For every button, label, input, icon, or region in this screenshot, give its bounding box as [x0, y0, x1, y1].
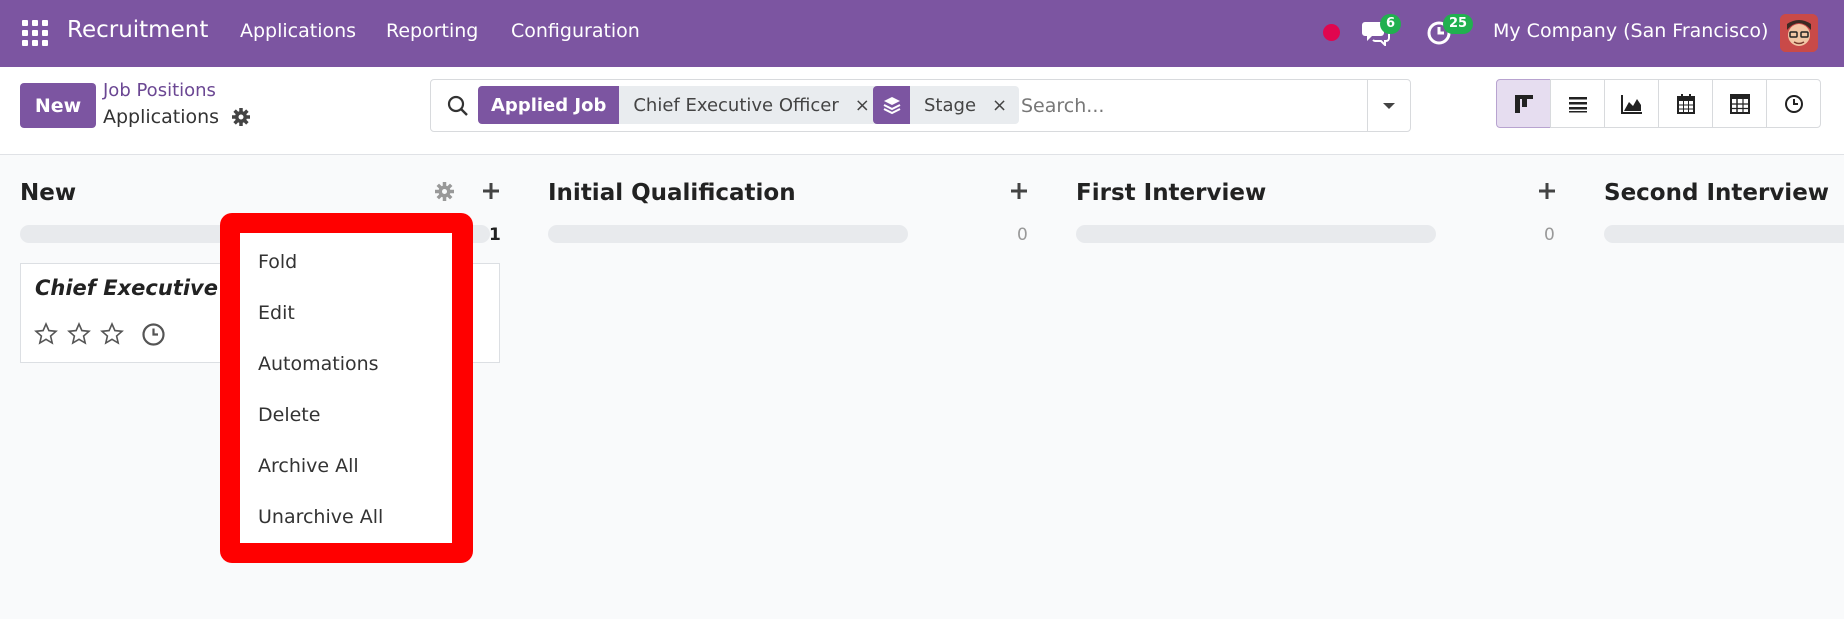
column-count: 0	[1544, 225, 1555, 245]
column-title-initial-qualification[interactable]: Initial Qualification	[548, 180, 796, 206]
kanban-icon	[1514, 94, 1533, 113]
column-add-icon[interactable]	[1008, 180, 1030, 202]
layers-icon	[873, 86, 910, 124]
star-icon[interactable]	[34, 322, 58, 346]
control-panel: New Job Positions Applications Applied J…	[0, 67, 1844, 155]
column-title-first-interview[interactable]: First Interview	[1076, 180, 1266, 206]
top-navbar: Recruitment Applications Reporting Confi…	[0, 0, 1844, 67]
list-icon	[1568, 96, 1587, 112]
column-count: 1	[489, 225, 501, 245]
dropdown-item-delete[interactable]: Delete	[258, 404, 320, 426]
new-button[interactable]: New	[20, 83, 96, 128]
column-progress-bar[interactable]	[548, 225, 908, 243]
facet-remove-icon[interactable]: ×	[990, 86, 1020, 124]
area-chart-icon	[1620, 94, 1642, 114]
dropdown-item-edit[interactable]: Edit	[258, 302, 295, 324]
activity-clock-icon[interactable]	[141, 322, 166, 347]
column-title-second-interview[interactable]: Second Interview	[1604, 180, 1829, 206]
app-grid-icon[interactable]	[22, 20, 48, 46]
view-switcher	[1496, 79, 1821, 128]
calendar-icon	[1676, 93, 1695, 114]
list-view-button[interactable]	[1550, 79, 1605, 128]
clock-icon	[1784, 94, 1803, 113]
dropdown-item-unarchive-all[interactable]: Unarchive All	[258, 506, 383, 528]
dropdown-item-archive-all[interactable]: Archive All	[258, 455, 359, 477]
facet-group-by-stage: Stage ×	[873, 86, 1020, 124]
activity-count-badge: 25	[1443, 14, 1474, 34]
facet-value: Stage	[910, 86, 991, 124]
pivot-table-icon	[1729, 93, 1750, 114]
chat-count-badge: 6	[1380, 14, 1402, 34]
search-input[interactable]	[1021, 88, 1361, 124]
menu-configuration[interactable]: Configuration	[511, 20, 640, 42]
column-config-dropdown: Fold Edit Automations Delete Archive All…	[240, 233, 452, 543]
breadcrumb-applications: Applications	[103, 106, 220, 128]
kanban-view-button[interactable]	[1496, 79, 1551, 128]
app-name[interactable]: Recruitment	[67, 17, 208, 43]
pivot-view-button[interactable]	[1712, 79, 1767, 128]
caret-down-icon	[1383, 102, 1395, 109]
search-bar: Applied Job Chief Executive Officer × St…	[430, 79, 1411, 132]
company-switcher[interactable]: My Company (San Francisco)	[1493, 20, 1768, 42]
facet-label: Applied Job	[478, 86, 620, 124]
star-icon[interactable]	[67, 322, 91, 346]
search-options-toggle[interactable]	[1367, 80, 1410, 131]
status-dot-icon[interactable]	[1323, 24, 1340, 41]
column-add-icon[interactable]	[480, 180, 502, 202]
column-add-icon[interactable]	[1536, 180, 1558, 202]
breadcrumb-job-positions[interactable]: Job Positions	[103, 80, 216, 101]
column-count: 0	[1017, 225, 1028, 245]
column-progress-bar[interactable]	[1076, 225, 1436, 243]
gear-icon[interactable]	[231, 107, 251, 127]
priority-stars	[34, 322, 124, 346]
graph-view-button[interactable]	[1604, 79, 1659, 128]
activity-view-button[interactable]	[1766, 79, 1821, 128]
facet-applied-job: Applied Job Chief Executive Officer ×	[478, 86, 882, 124]
star-icon[interactable]	[100, 322, 124, 346]
facet-value: Chief Executive Officer	[619, 86, 853, 124]
menu-reporting[interactable]: Reporting	[386, 20, 478, 42]
dropdown-item-fold[interactable]: Fold	[258, 251, 297, 273]
search-icon	[447, 95, 468, 116]
column-title-new[interactable]: New	[20, 180, 76, 206]
user-avatar[interactable]	[1780, 14, 1818, 52]
calendar-view-button[interactable]	[1658, 79, 1713, 128]
dropdown-item-automations[interactable]: Automations	[258, 353, 379, 375]
column-gear-icon[interactable]	[434, 181, 455, 202]
menu-applications[interactable]: Applications	[240, 20, 356, 42]
column-progress-bar[interactable]	[1604, 225, 1844, 243]
